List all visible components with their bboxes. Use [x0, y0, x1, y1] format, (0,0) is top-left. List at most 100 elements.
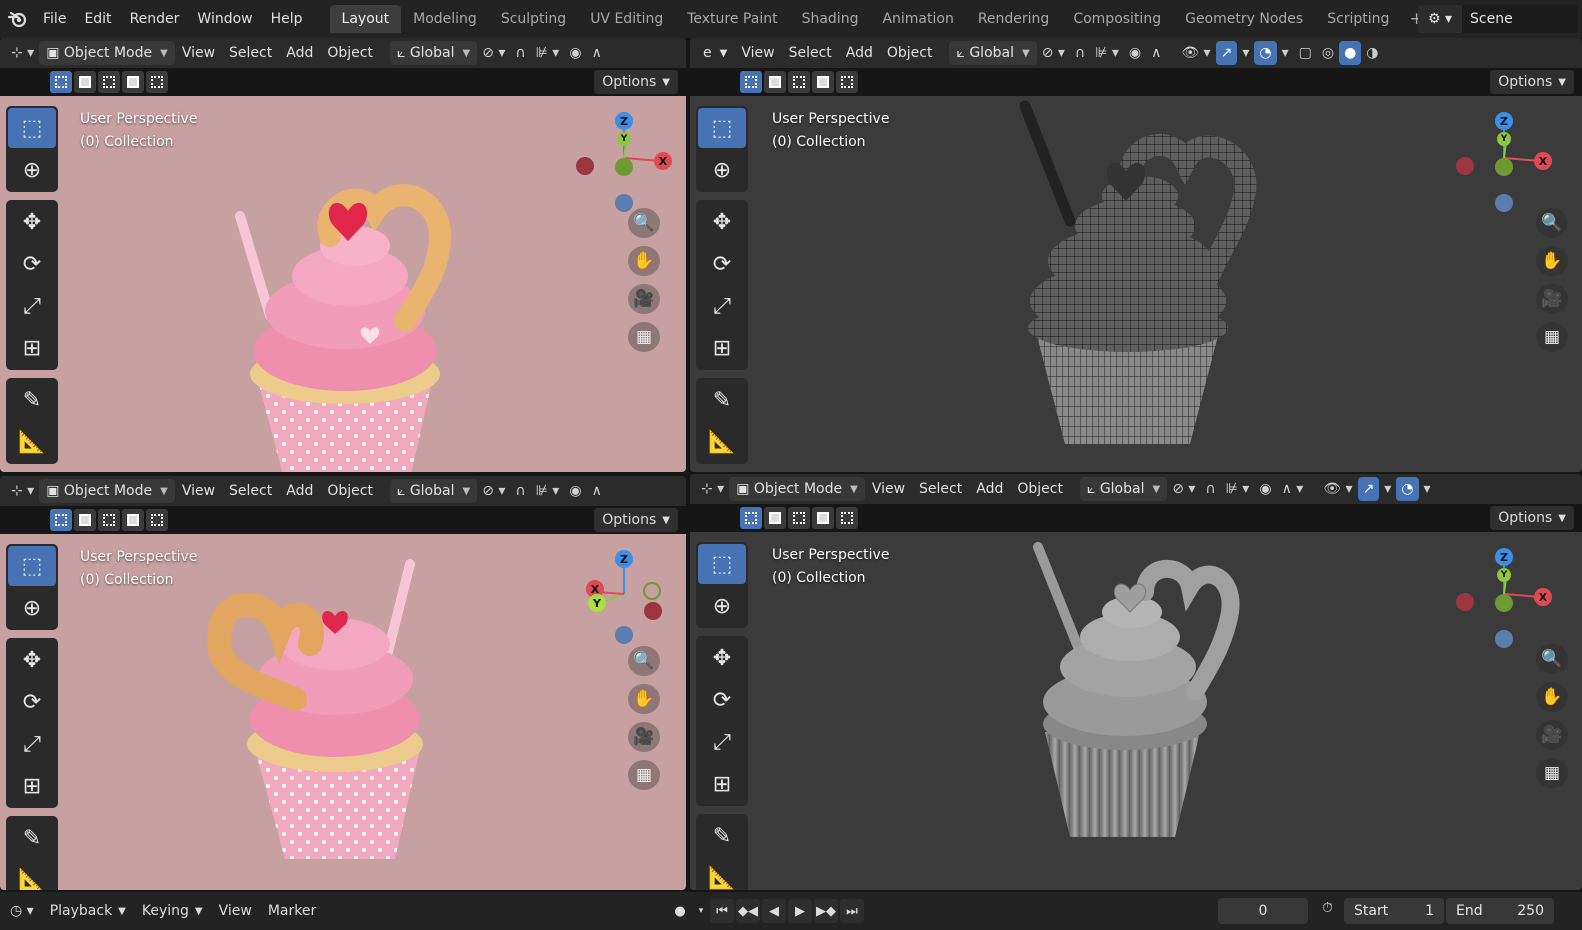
tab-compositing[interactable]: Compositing — [1061, 5, 1173, 33]
zoom-icon[interactable]: 🔍 — [628, 646, 660, 676]
neg-x-axis-icon[interactable] — [1456, 157, 1474, 175]
pan-hand-icon[interactable]: ✋ — [628, 684, 660, 714]
falloff-icon[interactable]: ∧ — [1146, 41, 1166, 65]
tab-modeling[interactable]: Modeling — [401, 5, 489, 33]
x-axis-icon[interactable]: X — [1534, 588, 1552, 606]
neg-y-axis-icon[interactable] — [1495, 158, 1513, 176]
scene-name[interactable]: Scene — [1462, 5, 1578, 33]
pan-hand-icon[interactable]: ✋ — [1536, 246, 1568, 276]
select-box-tool-icon[interactable]: ⬚ — [8, 108, 56, 148]
menu-select[interactable]: Select — [912, 477, 969, 501]
visibility-eye-icon[interactable]: 👁 ▾ — [1176, 41, 1215, 65]
options-dropdown[interactable]: Options ▼ — [594, 508, 678, 532]
material-shading-icon[interactable]: ◑ — [1361, 41, 1383, 65]
perspective-grid-icon[interactable]: ▦ — [628, 760, 660, 790]
select-intersect-icon[interactable] — [146, 71, 168, 93]
record-icon[interactable]: ● — [668, 899, 692, 923]
tab-texture-paint[interactable]: Texture Paint — [675, 5, 789, 33]
transform-tool-icon[interactable]: ⊞ — [698, 328, 746, 368]
navigation-gizmo[interactable]: Z X Y — [1450, 542, 1560, 652]
camera-icon[interactable]: 🎥 — [628, 722, 660, 752]
select-intersect-icon[interactable] — [146, 509, 168, 531]
viewport-top-right[interactable]: ⬚ ⊕ ✥ ⟳ ⤢ ⊞ ✎ 📐 User Perspective (0) Collecti… — [690, 38, 1582, 472]
tab-shading[interactable]: Shading — [790, 5, 871, 33]
record-dropdown-icon[interactable]: ▾ — [694, 899, 708, 923]
rotate-tool-icon[interactable]: ⟳ — [8, 682, 56, 722]
menu-add[interactable]: Add — [279, 41, 320, 65]
select-subtract-icon[interactable] — [98, 509, 120, 531]
current-frame-field[interactable]: 0 — [1218, 898, 1308, 924]
menu-keying[interactable]: Keying ▼ — [134, 903, 211, 919]
menu-view[interactable]: View — [865, 477, 912, 501]
options-dropdown[interactable]: Options ▼ — [1490, 506, 1574, 530]
viewport-bottom-left[interactable]: ⬚ ⊕ ✥ ⟳ ⤢ ⊞ ✎ 📐 User Perspective (0) Collecti… — [0, 476, 686, 890]
play-icon[interactable]: ▶ — [788, 899, 812, 923]
perspective-grid-icon[interactable]: ▦ — [628, 322, 660, 352]
transform-tool-icon[interactable]: ⊞ — [8, 766, 56, 806]
options-dropdown[interactable]: Options ▼ — [594, 70, 678, 94]
zoom-icon[interactable]: 🔍 — [628, 208, 660, 238]
snap-target-icon[interactable]: ⊯ ▾ — [1090, 41, 1124, 65]
menu-add[interactable]: Add — [969, 477, 1010, 501]
jump-end-icon[interactable]: ⏭ — [840, 899, 864, 923]
tab-animation[interactable]: Animation — [870, 5, 965, 33]
proportional-edit-icon[interactable]: ◉ — [1254, 477, 1276, 501]
viewport-canvas[interactable]: ⬚ ⊕ ✥ ⟳ ⤢ ⊞ ✎ 📐 User Perspective (0) Collecti… — [0, 534, 686, 890]
tab-rendering[interactable]: Rendering — [966, 5, 1062, 33]
select-extend-icon[interactable] — [74, 509, 96, 531]
overlay-dropdown-icon[interactable]: ▾ — [1419, 477, 1436, 501]
measure-tool-icon[interactable]: 📐 — [698, 858, 746, 891]
select-subtract-icon[interactable] — [788, 71, 810, 93]
annotate-tool-icon[interactable]: ✎ — [698, 816, 746, 856]
viewport-canvas[interactable]: ⬚ ⊕ ✥ ⟳ ⤢ ⊞ ✎ 📐 User Perspective (0) Collecti… — [690, 532, 1582, 890]
select-new-icon[interactable] — [740, 71, 762, 93]
tab-geometry-nodes[interactable]: Geometry Nodes — [1173, 5, 1315, 33]
stopwatch-icon[interactable]: ⏱ — [1314, 900, 1341, 916]
falloff-icon[interactable]: ∧ — [587, 479, 607, 503]
scale-tool-icon[interactable]: ⤢ — [698, 286, 746, 326]
editor-type-icon[interactable]: ⊹ ▾ — [696, 477, 729, 501]
neg-z-axis-icon[interactable] — [1495, 630, 1513, 648]
x-axis-icon[interactable]: X — [1534, 152, 1552, 170]
snap-icon[interactable]: ∩ — [510, 479, 530, 503]
snap-target-icon[interactable]: ⊯ ▾ — [531, 41, 565, 65]
gizmo-dropdown-icon[interactable]: ▾ — [1237, 41, 1254, 65]
snap-target-icon[interactable]: ⊯ ▾ — [1221, 477, 1255, 501]
perspective-grid-icon[interactable]: ▦ — [1536, 322, 1568, 352]
select-invert-icon[interactable] — [122, 509, 144, 531]
cursor-tool-icon[interactable]: ⊕ — [8, 588, 56, 628]
mode-dropdown[interactable]: ▣ Object Mode ▼ — [39, 479, 175, 503]
menu-select[interactable]: Select — [222, 41, 279, 65]
rotate-tool-icon[interactable]: ⟳ — [698, 244, 746, 284]
menu-object[interactable]: Object — [1010, 477, 1070, 501]
move-tool-icon[interactable]: ✥ — [698, 202, 746, 242]
menu-view[interactable]: View — [211, 903, 260, 919]
neg-y-axis-icon[interactable] — [643, 582, 661, 600]
menu-object[interactable]: Object — [320, 41, 380, 65]
pivot-icon[interactable]: ⊘ ▾ — [1037, 41, 1070, 65]
select-box-tool-icon[interactable]: ⬚ — [8, 546, 56, 586]
editor-type-icon[interactable]: ⊹ ▾ — [6, 41, 39, 65]
navigation-gizmo[interactable]: Z X Y — [570, 544, 680, 654]
overlay-dropdown-icon[interactable]: ▾ — [1277, 41, 1294, 65]
proportional-edit-icon[interactable]: ◉ — [1124, 41, 1146, 65]
solid-shading-icon[interactable]: ● — [1339, 41, 1362, 65]
jump-start-icon[interactable]: ⏮ — [710, 899, 734, 923]
wireframe-shading-icon[interactable]: ◎ — [1317, 41, 1339, 65]
transform-tool-icon[interactable]: ⊞ — [698, 764, 746, 804]
select-invert-icon[interactable] — [812, 507, 834, 529]
y-axis-icon[interactable]: Y — [1497, 568, 1511, 582]
menu-marker[interactable]: Marker — [260, 903, 324, 919]
select-extend-icon[interactable] — [74, 71, 96, 93]
snap-target-icon[interactable]: ⊯ ▾ — [531, 479, 565, 503]
camera-icon[interactable]: 🎥 — [1536, 720, 1568, 750]
menu-render[interactable]: Render — [121, 11, 189, 27]
gizmo-toggle-icon[interactable]: ↗ — [1357, 477, 1380, 501]
gizmo-toggle-icon[interactable]: ↗ — [1215, 41, 1238, 65]
select-subtract-icon[interactable] — [98, 71, 120, 93]
y-axis-icon[interactable]: Y — [617, 132, 631, 146]
neg-x-axis-icon[interactable] — [576, 157, 594, 175]
rotate-tool-icon[interactable]: ⟳ — [698, 680, 746, 720]
cursor-tool-icon[interactable]: ⊕ — [698, 150, 746, 190]
cursor-tool-icon[interactable]: ⊕ — [698, 586, 746, 626]
